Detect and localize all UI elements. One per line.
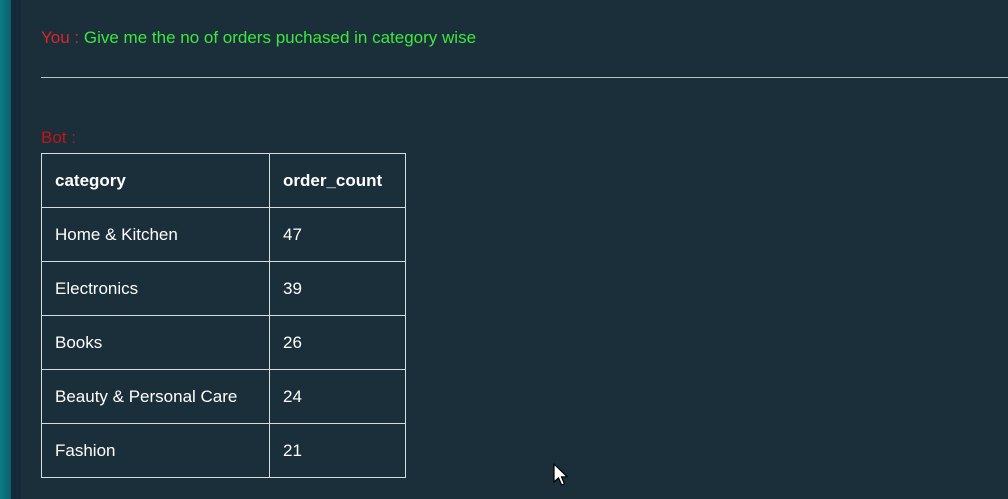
result-table: category order_count Home & Kitchen 47 E… (41, 153, 406, 478)
cell-order-count: 39 (269, 261, 406, 316)
table-row: Books 26 (41, 315, 406, 370)
cell-order-count: 21 (269, 423, 406, 478)
cell-order-count: 26 (269, 315, 406, 370)
cell-category: Books (41, 315, 270, 370)
user-speaker-label: You : (41, 28, 80, 47)
cell-order-count: 47 (269, 207, 406, 262)
table-row: Home & Kitchen 47 (41, 207, 406, 262)
left-gutter (11, 0, 21, 499)
left-accent-bar (0, 0, 11, 499)
message-divider (41, 77, 1008, 78)
cell-category: Fashion (41, 423, 270, 478)
table-row: Fashion 21 (41, 423, 406, 478)
chat-area: You : Give me the no of orders puchased … (21, 0, 1008, 499)
table-header-row: category order_count (41, 153, 406, 208)
bot-speaker-label: Bot : (41, 128, 76, 147)
cell-category: Electronics (41, 261, 270, 316)
table-row: Electronics 39 (41, 261, 406, 316)
user-message-line: You : Give me the no of orders puchased … (41, 28, 476, 48)
table-row: Beauty & Personal Care 24 (41, 369, 406, 424)
header-category: category (41, 153, 270, 208)
cell-category: Beauty & Personal Care (41, 369, 270, 424)
user-message-text: Give me the no of orders puchased in cat… (83, 28, 477, 47)
cell-category: Home & Kitchen (41, 207, 270, 262)
cell-order-count: 24 (269, 369, 406, 424)
mouse-pointer-icon (553, 463, 568, 486)
header-order-count: order_count (269, 153, 406, 208)
